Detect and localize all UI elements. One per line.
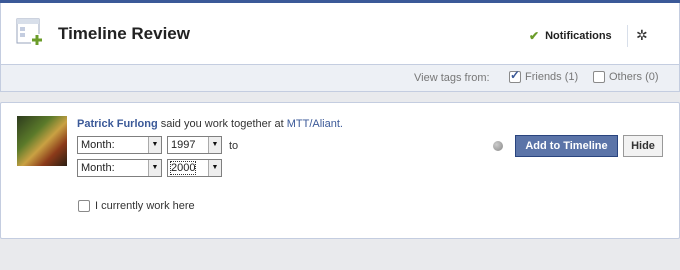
to-label: to xyxy=(229,140,239,152)
start-year-value: 1997 xyxy=(171,139,196,151)
end-month-value: Month: xyxy=(81,162,115,174)
filter-friends-label: Friends (1) xyxy=(525,71,579,83)
add-to-timeline-button[interactable]: Add to Timeline xyxy=(515,135,618,157)
end-year-select[interactable]: 2000 ▼ xyxy=(167,159,222,177)
end-month-select[interactable]: Month: ▼ xyxy=(77,159,162,177)
place-link[interactable]: MTT/Aliant. xyxy=(287,118,343,130)
timeline-review-header: Timeline Review ✔ Notifications ✲ xyxy=(0,3,680,65)
header-divider xyxy=(627,25,628,47)
hide-button[interactable]: Hide xyxy=(623,135,663,157)
checkbox-unchecked[interactable] xyxy=(78,200,90,212)
chevron-down-icon: ▼ xyxy=(208,160,221,176)
notifications-label: Notifications xyxy=(545,30,612,42)
checkbox-unchecked[interactable] xyxy=(593,71,605,83)
filter-others-label: Others (0) xyxy=(609,71,659,83)
chevron-down-icon: ▼ xyxy=(148,137,161,153)
filter-label: View tags from: xyxy=(414,72,490,84)
chevron-down-icon: ▼ xyxy=(208,137,221,153)
story-verb: said you work together at xyxy=(160,118,284,130)
page-title: Timeline Review xyxy=(58,24,190,43)
filter-others-checkbox[interactable]: Others (0) xyxy=(593,71,659,83)
story-text: Patrick Furlong said you work together a… xyxy=(77,118,343,130)
currently-work-here-label: I currently work here xyxy=(95,200,195,212)
end-year-value: 2000 xyxy=(169,161,197,175)
checkbox-checked[interactable] xyxy=(509,68,521,83)
chevron-down-icon: ▼ xyxy=(148,160,161,176)
check-icon: ✔ xyxy=(529,29,540,43)
actor-link[interactable]: Patrick Furlong xyxy=(77,118,158,130)
globe-icon[interactable] xyxy=(493,141,503,151)
review-item-card: Patrick Furlong said you work together a… xyxy=(0,102,680,239)
start-month-select[interactable]: Month: ▼ xyxy=(77,136,162,154)
filter-friends-checkbox[interactable]: Friends (1) xyxy=(509,68,579,83)
currently-work-here-checkbox[interactable]: I currently work here xyxy=(78,200,195,212)
timeline-review-icon xyxy=(16,18,43,46)
gear-icon[interactable]: ✲ xyxy=(636,27,648,44)
notifications-toggle[interactable]: ✔ Notifications xyxy=(529,29,612,43)
start-year-select[interactable]: 1997 ▼ xyxy=(167,136,222,154)
avatar[interactable] xyxy=(17,116,67,166)
tag-filter-bar: View tags from: Friends (1) Others (0) xyxy=(0,65,680,92)
start-month-value: Month: xyxy=(81,139,115,151)
